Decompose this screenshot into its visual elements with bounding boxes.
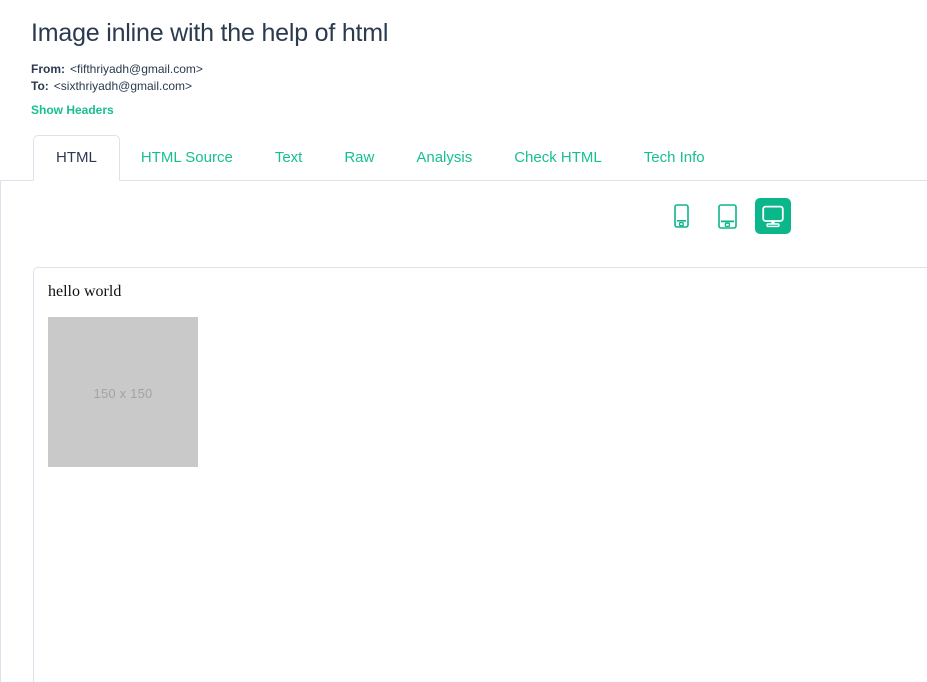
from-line: From: <fifthriyadh@gmail.com> (31, 61, 927, 78)
tab-html[interactable]: HTML (33, 135, 120, 181)
message-header: Image inline with the help of html From:… (0, 0, 927, 119)
tablet-icon (718, 204, 737, 229)
tab-html-source[interactable]: HTML Source (120, 135, 254, 180)
html-preview-panel: hello world 150 x 150 (33, 267, 927, 682)
tab-text[interactable]: Text (254, 135, 324, 180)
show-headers-link[interactable]: Show Headers (31, 103, 114, 117)
tab-analysis[interactable]: Analysis (395, 135, 493, 180)
from-value: <fifthriyadh@gmail.com> (70, 62, 203, 76)
device-size-toggle-group (663, 198, 791, 234)
tab-tech-info[interactable]: Tech Info (623, 135, 726, 180)
tab-bar: HTML HTML Source Text Raw Analysis Check… (1, 134, 927, 181)
email-preview-page: Image inline with the help of html From:… (0, 0, 927, 682)
preview-body-text: hello world (48, 282, 917, 303)
inline-image-placeholder: 150 x 150 (48, 317, 198, 467)
desktop-view-button[interactable] (755, 198, 791, 234)
mobile-icon (674, 204, 689, 228)
image-placeholder-label: 150 x 150 (48, 386, 198, 401)
tablet-view-button[interactable] (709, 198, 745, 234)
mobile-view-button[interactable] (663, 198, 699, 234)
to-value: <sixthriyadh@gmail.com> (54, 79, 192, 93)
tab-check-html[interactable]: Check HTML (493, 135, 623, 180)
tab-raw[interactable]: Raw (323, 135, 395, 180)
tab-panel-container: HTML HTML Source Text Raw Analysis Check… (0, 180, 927, 682)
page-title: Image inline with the help of html (31, 18, 927, 49)
desktop-icon (761, 205, 785, 228)
from-label: From: (31, 62, 65, 76)
to-line: To: <sixthriyadh@gmail.com> (31, 78, 927, 95)
to-label: To: (31, 79, 49, 93)
